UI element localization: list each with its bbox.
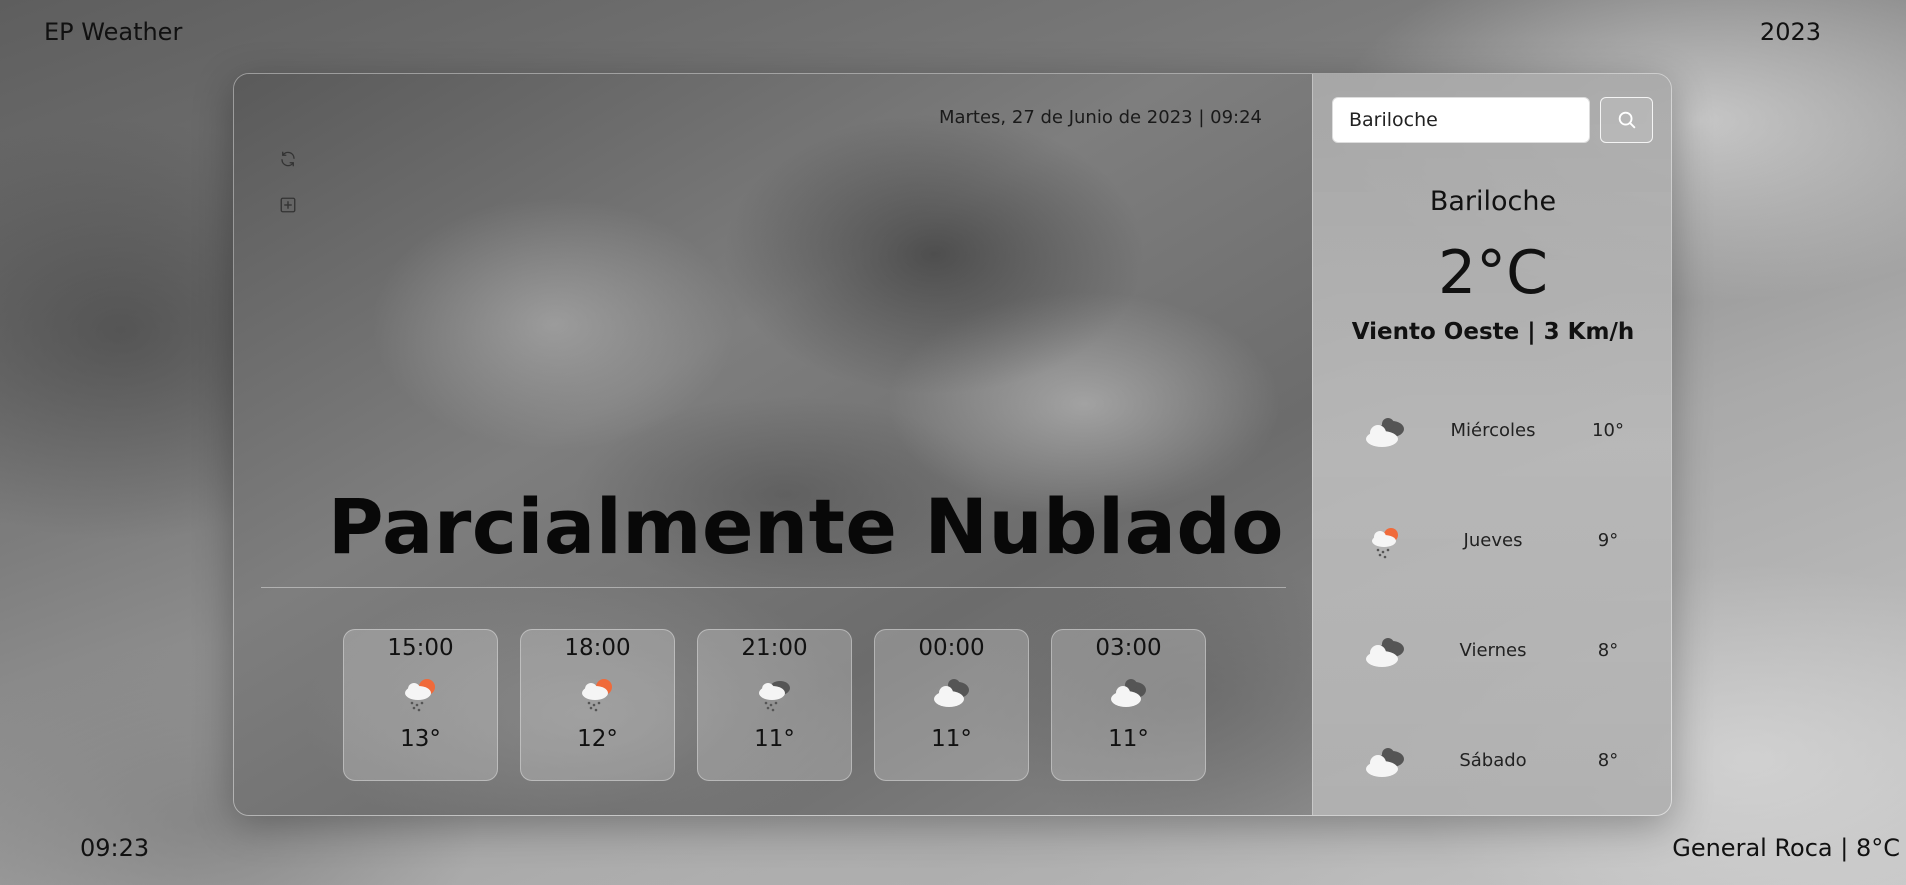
sidebar: Bariloche 2°C Viento Oeste | 3 Km/h Miér… xyxy=(1312,74,1671,815)
hourly-temp: 12° xyxy=(577,726,618,752)
main-panel: Martes, 27 de Junio de 2023 | 09:24 Parc… xyxy=(234,74,1312,815)
forecast-row: Jueves 9° xyxy=(1313,518,1671,568)
rain-cloud-icon xyxy=(758,681,790,712)
rain-sun-icon xyxy=(404,679,435,712)
forecast-temp: 9° xyxy=(1597,530,1619,551)
hourly-card: 00:00 11° xyxy=(874,629,1029,781)
hourly-card: 21:00 11° xyxy=(697,629,852,781)
cloudy-icon xyxy=(1366,748,1404,777)
forecast-temp: 8° xyxy=(1597,750,1619,771)
search-icon xyxy=(1618,111,1635,129)
year-label: 2023 xyxy=(1759,18,1821,46)
forecast-day: Jueves xyxy=(1463,530,1523,551)
hourly-temp: 11° xyxy=(754,726,795,752)
forecast-day: Sábado xyxy=(1459,750,1527,771)
divider xyxy=(261,587,1286,588)
rain-sun-icon xyxy=(581,679,612,712)
hourly-card: 15:00 13° xyxy=(343,629,498,781)
app-brand: EP Weather xyxy=(44,18,183,46)
city-name: Bariloche xyxy=(1429,186,1557,217)
hourly-time: 18:00 xyxy=(564,635,631,661)
hourly-time: 03:00 xyxy=(1095,635,1162,661)
hourly-card: 18:00 12° xyxy=(520,629,675,781)
cloudy-icon xyxy=(1366,418,1404,447)
search-input[interactable] xyxy=(1332,97,1590,143)
forecast-row: Viernes 8° xyxy=(1313,628,1671,678)
rain-sun-icon xyxy=(1372,528,1398,559)
location-temperature: General Roca | 8°C xyxy=(1672,834,1900,862)
hourly-time: 15:00 xyxy=(387,635,454,661)
wind-info: Viento Oeste | 3 Km/h xyxy=(1351,319,1635,345)
hourly-time: 21:00 xyxy=(741,635,808,661)
forecast-row: Miércoles 10° xyxy=(1313,408,1671,458)
add-square-icon[interactable] xyxy=(277,194,299,216)
forecast-row: Sábado 8° xyxy=(1313,738,1671,788)
search-button[interactable] xyxy=(1600,97,1653,143)
current-temperature: 2°C xyxy=(1437,238,1549,308)
forecast-temp: 10° xyxy=(1592,420,1624,441)
forecast-temp: 8° xyxy=(1597,640,1619,661)
current-datetime: Martes, 27 de Junio de 2023 | 09:24 xyxy=(938,107,1262,128)
cloudy-icon xyxy=(1366,638,1404,667)
refresh-icon[interactable] xyxy=(277,148,299,170)
hourly-temp: 11° xyxy=(931,726,972,752)
weather-card: Martes, 27 de Junio de 2023 | 09:24 Parc… xyxy=(233,73,1672,816)
hourly-card: 03:00 11° xyxy=(1051,629,1206,781)
cloudy-icon xyxy=(1110,679,1146,707)
weather-condition: Parcialmente Nublado xyxy=(327,482,1284,571)
cloudy-icon xyxy=(933,679,969,707)
clock-time: 09:23 xyxy=(80,834,150,862)
forecast-day: Miércoles xyxy=(1450,420,1536,441)
hourly-temp: 13° xyxy=(400,726,441,752)
hourly-time: 00:00 xyxy=(918,635,985,661)
forecast-day: Viernes xyxy=(1459,640,1527,661)
hourly-temp: 11° xyxy=(1108,726,1149,752)
